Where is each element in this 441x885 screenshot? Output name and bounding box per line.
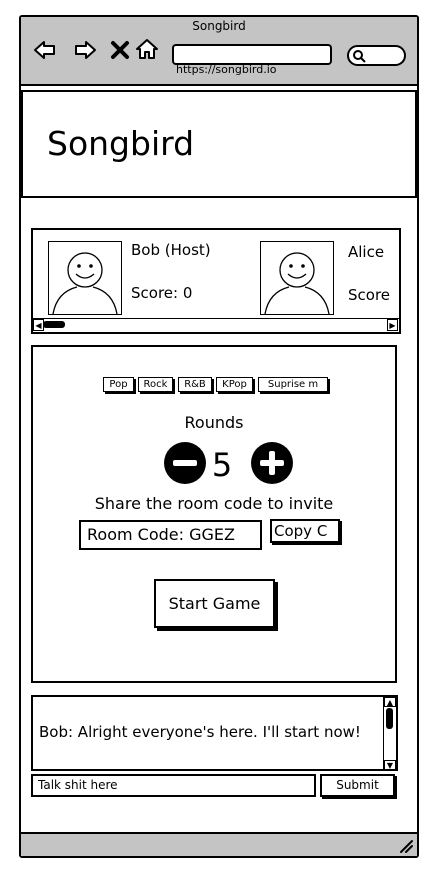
scroll-up-button[interactable]: ▲: [384, 697, 396, 707]
decrease-rounds-button[interactable]: [164, 442, 206, 484]
arrow-right-icon[interactable]: [73, 38, 97, 62]
rounds-label: Rounds: [184, 413, 244, 432]
player-avatar: [260, 241, 334, 315]
url-text: https://songbird.io: [176, 63, 277, 76]
player-avatar: [48, 241, 122, 315]
invite-instructions: Share the room code to invite: [94, 494, 334, 513]
user-avatar-icon: [264, 252, 330, 315]
genre-tag-surprise[interactable]: Suprise m: [258, 377, 328, 392]
player-score: Score: 0: [131, 284, 193, 302]
plus-icon: [260, 451, 284, 475]
genre-tag-pop[interactable]: Pop: [103, 377, 134, 392]
player-name: Bob (Host): [131, 241, 211, 259]
minus-icon: [173, 460, 197, 466]
player-name: Alice: [348, 243, 385, 261]
game-settings-panel: [31, 345, 397, 683]
copy-code-button[interactable]: Copy C: [270, 519, 340, 543]
close-icon[interactable]: [108, 38, 132, 62]
rounds-value: 5: [211, 446, 233, 484]
chat-input[interactable]: Talk shit here: [31, 774, 316, 797]
scrollbar-thumb[interactable]: [386, 708, 393, 729]
browser-search-field[interactable]: [347, 45, 406, 66]
player-list-scrollbar[interactable]: [33, 318, 399, 332]
status-bar: [21, 832, 417, 856]
scrollbar-thumb[interactable]: [43, 321, 65, 328]
home-icon[interactable]: [135, 37, 159, 61]
room-code-field[interactable]: Room Code: GGEZ: [79, 520, 262, 550]
window-title: Songbird: [192, 19, 246, 33]
user-avatar-icon: [52, 252, 118, 315]
url-bar[interactable]: [172, 44, 332, 65]
increase-rounds-button[interactable]: [251, 442, 293, 484]
search-icon: [353, 50, 366, 63]
genre-tag-kpop[interactable]: KPop: [216, 377, 253, 392]
page-title: Songbird: [47, 124, 195, 163]
player-score: Score: [348, 286, 391, 304]
genre-tag-rock[interactable]: Rock: [138, 377, 173, 392]
resize-handle-icon[interactable]: [398, 838, 414, 854]
scroll-down-button[interactable]: ▼: [384, 760, 396, 770]
scroll-right-button[interactable]: ▶: [387, 319, 398, 331]
submit-button[interactable]: Submit: [320, 774, 395, 797]
arrow-left-icon[interactable]: [33, 38, 57, 62]
start-game-button[interactable]: Start Game: [154, 579, 275, 628]
genre-tag-rnb[interactable]: R&B: [178, 377, 212, 392]
chat-message: Bob: Alright everyone's here. I'll start…: [39, 723, 361, 741]
